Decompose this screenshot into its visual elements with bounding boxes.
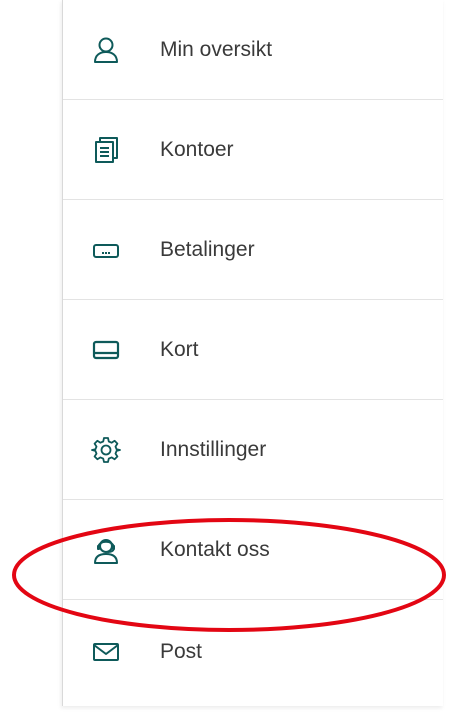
menu-item-label: Min oversikt [160,37,273,61]
gear-icon [91,436,121,463]
menu-item-kontakt-oss[interactable]: Kontakt oss [63,500,443,600]
menu-item-innstillinger[interactable]: Innstillinger [63,400,443,500]
side-menu: Min oversikt Kontoer Betalinger Kort Inn… [62,0,443,706]
menu-item-label: Kort [160,337,199,361]
payment-icon [93,243,119,258]
menu-item-kontoer[interactable]: Kontoer [63,100,443,200]
card-icon [92,340,120,359]
menu-item-label: Post [160,640,203,663]
mail-icon [93,643,119,661]
menu-item-post[interactable]: Post [63,600,443,704]
menu-item-label: Innstillinger [160,437,267,461]
menu-item-betalinger[interactable]: Betalinger [63,200,443,300]
user-icon [94,37,118,63]
menu-item-label: Kontakt oss [160,537,270,561]
menu-item-min-oversikt[interactable]: Min oversikt [63,0,443,100]
menu-item-label: Betalinger [160,237,255,261]
document-stack-icon [95,136,118,163]
menu-item-kort[interactable]: Kort [63,300,443,400]
menu-item-label: Kontoer [160,137,234,161]
support-agent-icon [94,538,118,564]
